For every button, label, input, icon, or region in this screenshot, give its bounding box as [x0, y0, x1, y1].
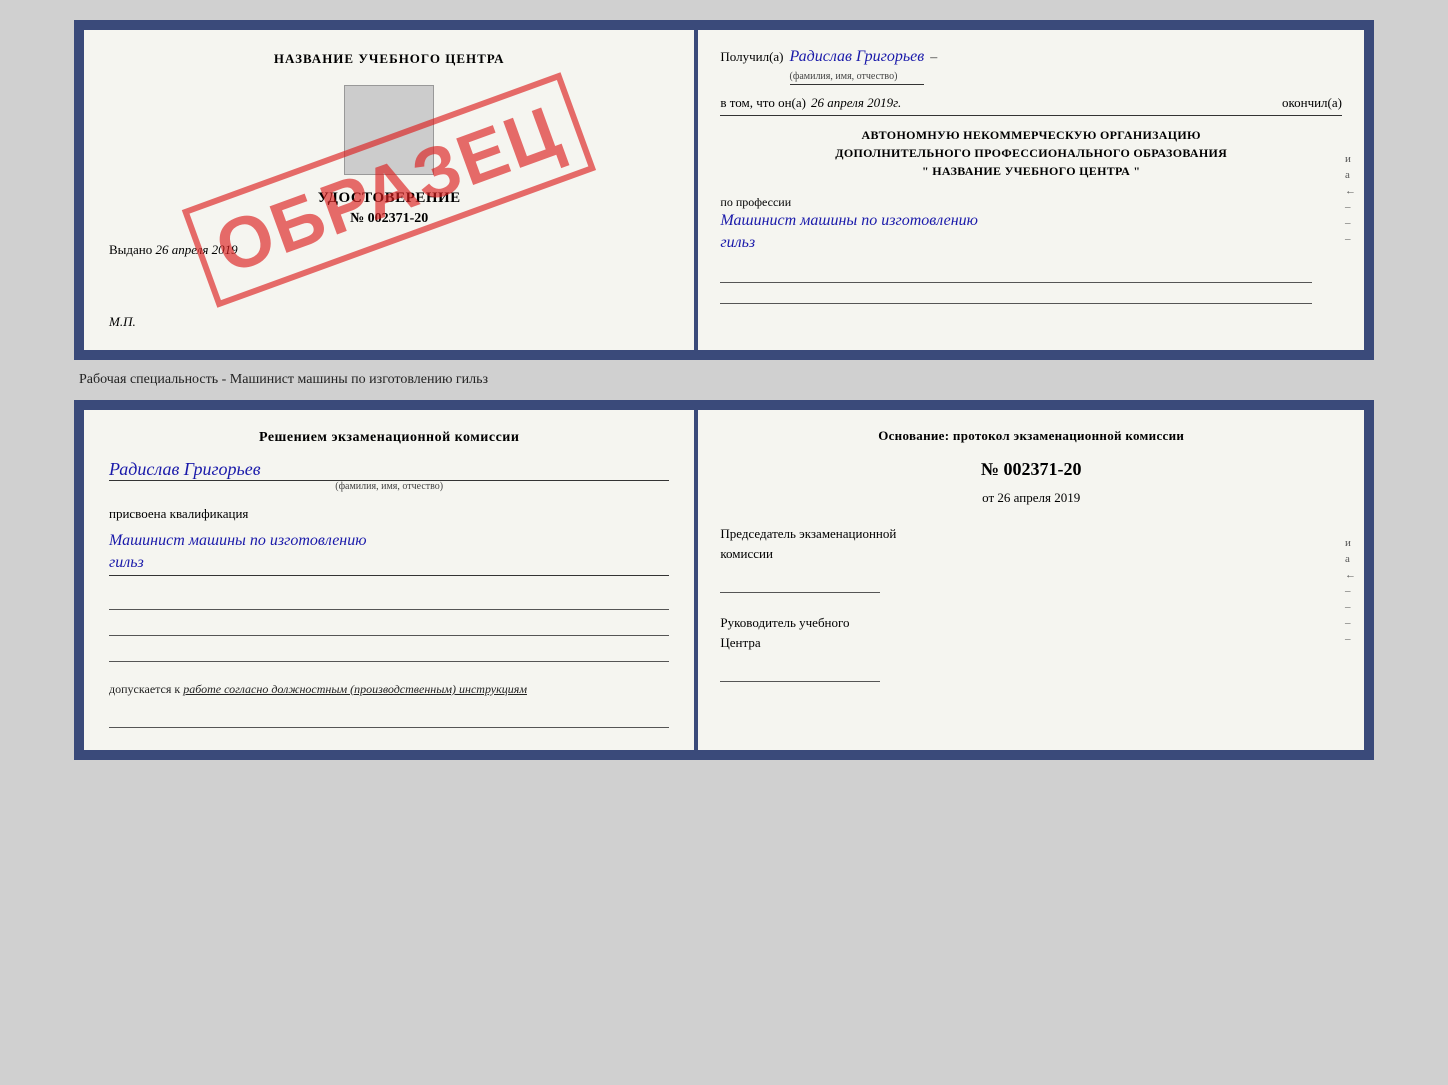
- fio-hint-top: (фамилия, имя, отчество): [790, 71, 898, 82]
- cert-right: Получил(а) Радислав Григорьев (фамилия, …: [698, 30, 1364, 350]
- recipient-name-top: Радислав Григорьев (фамилия, имя, отчест…: [790, 48, 925, 85]
- mp-block: М.П.: [109, 314, 136, 330]
- vtom-label: в том, что он(а): [720, 95, 806, 111]
- caption-text: Рабочая специальность - Машинист машины …: [74, 372, 488, 388]
- dopuskaetsya-text: допускается к работе согласно должностны…: [109, 682, 669, 697]
- bottom-nomer: № 002371-20: [720, 459, 1342, 480]
- poluchil-line: Получил(а) Радислав Григорьев (фамилия, …: [720, 48, 1342, 85]
- bottom-right: Основание: протокол экзаменационной коми…: [698, 410, 1364, 750]
- predsedatel-line1: Председатель экзаменационной: [720, 524, 1342, 544]
- mp-label: М.П.: [109, 314, 136, 329]
- predsedatel-line2: комиссии: [720, 544, 1342, 564]
- bottom-lines-block: [109, 592, 669, 662]
- certificate-bottom: Решением экзаменационной комиссии Радисл…: [74, 400, 1374, 760]
- center-name-quotes: " НАЗВАНИЕ УЧЕБНОГО ЦЕНТРА ": [720, 162, 1342, 180]
- ot-date-block: от 26 апреля 2019: [720, 490, 1342, 506]
- cert-left: НАЗВАНИЕ УЧЕБНОГО ЦЕНТРА УДОСТОВЕРЕНИЕ №…: [84, 30, 698, 350]
- stamp-area: [109, 85, 669, 175]
- prisvoena-text: присвоена квалификация: [109, 506, 669, 522]
- po-professii-block: по профессии Машинист машины по изготовл…: [720, 195, 1342, 255]
- bottom-line-c: [109, 644, 669, 662]
- udostoverenie-block: УДОСТОВЕРЕНИЕ № 002371-20: [109, 190, 669, 227]
- side-letters-top: и а ← – – –: [1345, 153, 1356, 245]
- resheniyem-text: Решением экзаменационной комиссии: [109, 430, 669, 446]
- bottom-left: Решением экзаменационной комиссии Радисл…: [84, 410, 698, 750]
- avt-block: АВТОНОМНУЮ НЕКОММЕРЧЕСКУЮ ОРГАНИЗАЦИЮ ДО…: [720, 126, 1342, 180]
- rukovoditel-signature-line: [720, 657, 880, 682]
- qualification-top: Машинист машины по изготовлению гильз: [720, 210, 1342, 255]
- bottom-line-a: [109, 592, 669, 610]
- bottom-name-block: Радислав Григорьев (фамилия, имя, отчест…: [109, 454, 669, 492]
- bottom-line-b: [109, 618, 669, 636]
- cert-nomer: № 002371-20: [109, 211, 669, 227]
- po-professii-label: по профессии: [720, 195, 1342, 210]
- side-letters-bottom: и а ← – – – –: [1345, 537, 1356, 645]
- bottom-recipient-name: Радислав Григорьев: [109, 459, 669, 481]
- right-lines-top: [720, 265, 1312, 304]
- rukovoditel-line2: Центра: [720, 633, 1342, 653]
- bottom-fio-hint: (фамилия, имя, отчество): [109, 481, 669, 492]
- vtom-line: в том, что он(а) 26 апреля 2019г. окончи…: [720, 95, 1342, 116]
- dash-top: –: [930, 50, 937, 66]
- poluchil-label: Получил(а): [720, 49, 783, 65]
- cert-title: НАЗВАНИЕ УЧЕБНОГО ЦЕНТРА: [274, 51, 505, 66]
- vydano-date: 26 апреля 2019: [156, 242, 238, 257]
- ot-label: от: [982, 490, 994, 505]
- right-line-2: [720, 286, 1312, 304]
- predsedatel-block: Председатель экзаменационной комиссии: [720, 524, 1342, 593]
- predsedatel-signature-line: [720, 568, 880, 593]
- certificate-top: НАЗВАНИЕ УЧЕБНОГО ЦЕНТРА УДОСТОВЕРЕНИЕ №…: [74, 20, 1374, 360]
- rukovoditel-line1: Руководитель учебного: [720, 613, 1342, 633]
- udostoverenie-text: УДОСТОВЕРЕНИЕ: [109, 190, 669, 207]
- stamp-box: [344, 85, 434, 175]
- cert-title-block: НАЗВАНИЕ УЧЕБНОГО ЦЕНТРА: [109, 50, 669, 68]
- dopusk-italic-text: работе согласно должностным (производств…: [183, 682, 527, 696]
- avt-line1: АВТОНОМНУЮ НЕКОММЕРЧЕСКУЮ ОРГАНИЗАЦИЮ: [720, 126, 1342, 144]
- ot-date-value: 26 апреля 2019: [997, 490, 1080, 505]
- bottom-line-d: [109, 710, 669, 728]
- avt-line2: ДОПОЛНИТЕЛЬНОГО ПРОФЕССИОНАЛЬНОГО ОБРАЗО…: [720, 144, 1342, 162]
- vydano-label: Выдано: [109, 242, 152, 257]
- okonchil-label: окончил(а): [1272, 95, 1342, 111]
- osnovanie-text: Основание: протокол экзаменационной коми…: [720, 428, 1342, 444]
- document-wrapper: НАЗВАНИЕ УЧЕБНОГО ЦЕНТРА УДОСТОВЕРЕНИЕ №…: [74, 20, 1374, 760]
- kval-text: Машинист машины по изготовлению гильз: [109, 530, 669, 576]
- vydano-block: Выдано 26 апреля 2019: [109, 242, 669, 258]
- right-line-1: [720, 265, 1312, 283]
- rukovoditel-block: Руководитель учебного Центра: [720, 613, 1342, 682]
- vtom-date: 26 апреля 2019г.: [811, 95, 901, 111]
